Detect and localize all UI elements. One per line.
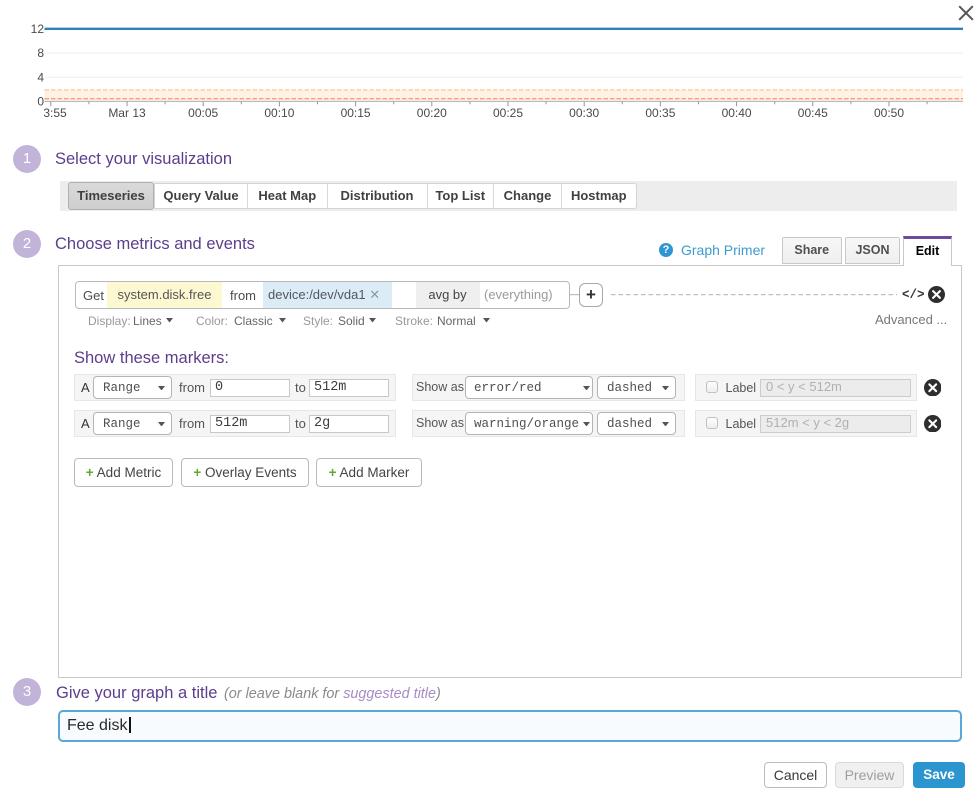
svg-text:00:45: 00:45 [798,106,828,120]
svg-text:00:35: 00:35 [645,106,675,120]
svg-text:00:05: 00:05 [188,106,218,120]
svg-text:3:55: 3:55 [43,106,67,120]
svg-text:00:15: 00:15 [341,106,371,120]
svg-text:4: 4 [37,70,44,84]
svg-text:12: 12 [31,22,45,36]
svg-text:00:20: 00:20 [417,106,447,120]
svg-text:00:50: 00:50 [874,106,904,120]
svg-text:Mar 13: Mar 13 [108,106,146,120]
svg-text:0: 0 [37,95,44,109]
svg-text:8: 8 [37,46,44,60]
svg-text:00:25: 00:25 [493,106,523,120]
svg-text:00:40: 00:40 [722,106,752,120]
svg-text:00:30: 00:30 [569,106,599,120]
svg-text:00:10: 00:10 [264,106,294,120]
